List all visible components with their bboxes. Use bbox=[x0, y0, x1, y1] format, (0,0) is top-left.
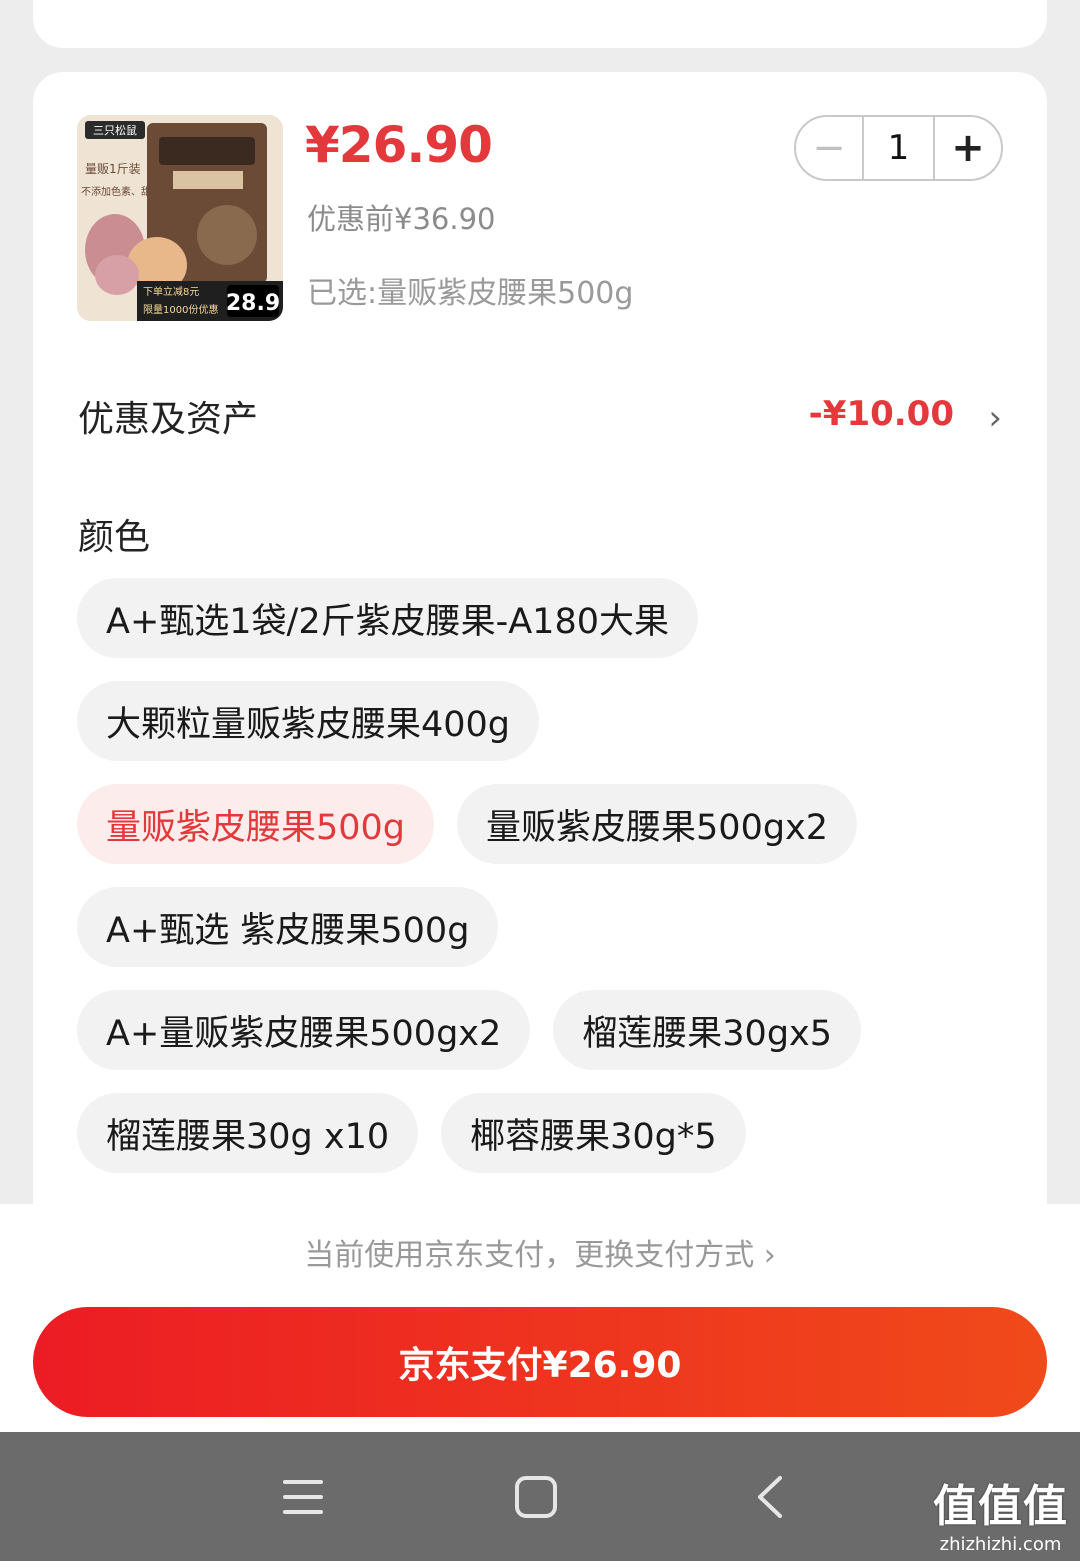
spec-option[interactable]: A+甄选1袋/2斤紫皮腰果-A180大果 bbox=[77, 578, 698, 658]
back-icon[interactable] bbox=[752, 1474, 786, 1520]
spec-options: A+甄选1袋/2斤紫皮腰果-A180大果 大颗粒量贩紫皮腰果400g 量贩紫皮腰果5… bbox=[77, 578, 1017, 1196]
menu-icon[interactable] bbox=[280, 1477, 326, 1517]
system-nav-bar bbox=[0, 1432, 1080, 1561]
watermark: 值值值 zhizhizhi.com bbox=[933, 1470, 1068, 1555]
spec-option[interactable]: 大颗粒量贩紫皮腰果400g bbox=[77, 681, 540, 761]
coupon-row[interactable]: 优惠及资产 -¥10.00 › bbox=[78, 390, 1008, 440]
product-sheet: 三只松鼠 量贩1斤装 不添加色素、甜味剂 下单立减8元 限量1000份优惠 28… bbox=[33, 72, 1047, 1272]
watermark-url: zhizhizhi.com bbox=[939, 1534, 1062, 1555]
thumb-note: 不添加色素、甜味剂 bbox=[81, 185, 171, 198]
spec-option[interactable]: A+量贩紫皮腰果500gx2 bbox=[77, 990, 531, 1070]
thumb-promo-price: 28.9 bbox=[226, 291, 280, 316]
brand-logo-text: 三只松鼠 bbox=[93, 123, 137, 137]
page: 三只松鼠 量贩1斤装 不添加色素、甜味剂 下单立减8元 限量1000份优惠 28… bbox=[0, 0, 1080, 1561]
spec-option[interactable]: 椰蓉腰果30g*5 bbox=[441, 1093, 746, 1173]
spec-option-row: A+甄选1袋/2斤紫皮腰果-A180大果 bbox=[77, 578, 1017, 658]
product-thumbnail: 三只松鼠 量贩1斤装 不添加色素、甜味剂 下单立减8元 限量1000份优惠 28… bbox=[77, 115, 283, 321]
spec-option-row: 量贩紫皮腰果500g 量贩紫皮腰果500gx2 bbox=[77, 784, 1017, 864]
change-payment-link[interactable]: 当前使用京东支付，更换支付方式 › bbox=[0, 1230, 1080, 1274]
previous-card bbox=[33, 0, 1047, 48]
quantity-value[interactable]: 1 bbox=[862, 117, 935, 179]
decrease-button[interactable]: − bbox=[796, 117, 862, 179]
home-icon[interactable] bbox=[513, 1474, 559, 1520]
spec-option-row: 大颗粒量贩紫皮腰果400g bbox=[77, 681, 1017, 761]
spec-option-row: A+量贩紫皮腰果500gx2 榴莲腰果30gx5 bbox=[77, 990, 1017, 1070]
spec-option[interactable]: A+甄选 紫皮腰果500g bbox=[77, 887, 499, 967]
thumb-promo-line2: 限量1000份优惠 bbox=[143, 303, 218, 316]
quantity-stepper: − 1 + bbox=[794, 115, 1003, 181]
increase-button[interactable]: + bbox=[935, 117, 1001, 179]
spec-option-row: A+甄选 紫皮腰果500g bbox=[77, 887, 1017, 967]
thumb-promo-line1: 下单立减8元 bbox=[143, 285, 199, 298]
coupon-label: 优惠及资产 bbox=[78, 399, 259, 440]
selected-spec: 已选:量贩紫皮腰果500g bbox=[307, 276, 634, 311]
spec-section-title: 颜色 bbox=[78, 517, 151, 558]
spec-option[interactable]: 榴莲腰果30g x10 bbox=[77, 1093, 419, 1173]
original-price: 优惠前¥36.90 bbox=[307, 202, 496, 236]
payment-bar: 当前使用京东支付，更换支付方式 › 京东支付¥26.90 bbox=[0, 1204, 1080, 1432]
current-price: ¥26.90 bbox=[305, 116, 493, 174]
pay-button[interactable]: 京东支付¥26.90 bbox=[33, 1307, 1047, 1417]
watermark-logo: 值值值 bbox=[933, 1481, 1068, 1532]
coupon-value: -¥10.00 bbox=[808, 394, 954, 434]
thumb-badge: 量贩1斤装 bbox=[85, 162, 141, 176]
chevron-right-icon: › bbox=[988, 398, 1002, 438]
spec-option-row: 榴莲腰果30g x10 椰蓉腰果30g*5 bbox=[77, 1093, 1017, 1173]
spec-option[interactable]: 量贩紫皮腰果500gx2 bbox=[457, 784, 858, 864]
spec-option[interactable]: 榴莲腰果30gx5 bbox=[553, 990, 862, 1070]
spec-option-selected[interactable]: 量贩紫皮腰果500g bbox=[77, 784, 435, 864]
